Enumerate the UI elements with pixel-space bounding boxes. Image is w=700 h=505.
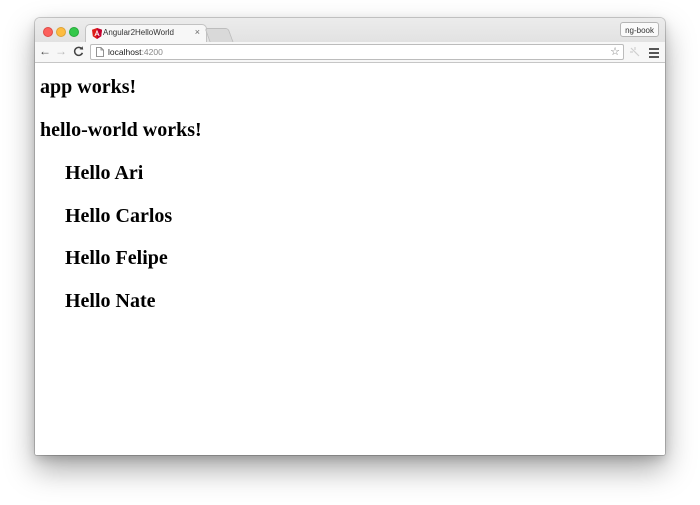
page-content: app works! hello-world works! Hello Ari … (35, 63, 665, 455)
page-icon (96, 47, 104, 57)
url-port: :4200 (141, 47, 163, 57)
url-text: localhost:4200 (108, 46, 163, 58)
browser-toolbar: ← → localhost:4200 ☆ (35, 42, 665, 63)
browser-tab[interactable]: Angular2HelloWorld × (85, 24, 207, 42)
extension-icon[interactable] (629, 46, 641, 58)
hello-world-works-heading: hello-world works! (40, 119, 202, 141)
greeting-heading: Hello Carlos (65, 205, 173, 227)
back-arrow-icon[interactable]: ← (38, 44, 52, 59)
menu-icon[interactable] (649, 46, 659, 58)
browser-window: Angular2HelloWorld × ng-book ← → localho… (35, 18, 665, 455)
angular-icon (92, 28, 102, 39)
app-works-heading: app works! (40, 76, 137, 98)
url-host: localhost (108, 47, 142, 57)
new-tab-button[interactable] (204, 28, 234, 42)
close-window-button[interactable] (43, 27, 53, 37)
bookmark-star-icon[interactable]: ☆ (610, 45, 620, 59)
reload-icon[interactable] (71, 44, 85, 59)
forward-arrow-icon[interactable]: → (54, 44, 68, 59)
maximize-window-button[interactable] (69, 27, 79, 37)
profile-button[interactable]: ng-book (620, 22, 659, 37)
tab-title: Angular2HelloWorld (103, 28, 174, 37)
greeting-heading: Hello Ari (65, 162, 144, 184)
greeting-heading: Hello Felipe (65, 247, 168, 269)
address-bar[interactable]: localhost:4200 ☆ (90, 44, 624, 60)
minimize-window-button[interactable] (56, 27, 66, 37)
tab-close-icon[interactable]: × (195, 27, 200, 37)
title-bar: Angular2HelloWorld × ng-book (35, 18, 665, 42)
greeting-heading: Hello Nate (65, 290, 156, 312)
